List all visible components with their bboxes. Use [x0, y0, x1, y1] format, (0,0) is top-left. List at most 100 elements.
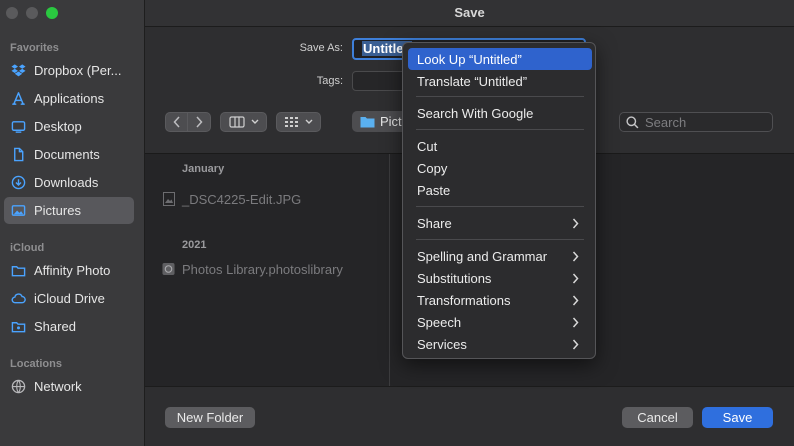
menu-item-spelling-and-grammar[interactable]: Spelling and Grammar: [408, 245, 592, 267]
menu-item-translate[interactable]: Translate “Untitled”: [408, 70, 592, 92]
save-button[interactable]: Save: [702, 407, 773, 428]
file-name: Photos Library.photoslibrary: [182, 261, 343, 277]
menu-item-label: Copy: [417, 160, 448, 176]
desktop-icon: [10, 119, 26, 135]
window-controls: [6, 7, 58, 19]
sidebar-item-label: Pictures: [34, 203, 81, 218]
sidebar-item-label: Applications: [34, 91, 105, 106]
sidebar: Favorites Dropbox (Per... Applications D…: [0, 0, 145, 446]
search-input[interactable]: [645, 114, 765, 130]
tags-label: Tags:: [316, 75, 343, 87]
menu-item-label: Services: [417, 336, 467, 352]
bottom-bar: New Folder Cancel Save: [145, 386, 794, 446]
search-icon: [626, 115, 639, 128]
menu-item-transformations[interactable]: Transformations: [408, 289, 592, 311]
menu-item-label: Spelling and Grammar: [417, 248, 548, 264]
image-file-icon: [162, 192, 175, 206]
new-folder-button[interactable]: New Folder: [165, 407, 255, 428]
sidebar-item-label: Dropbox (Per...: [34, 63, 122, 78]
sidebar-item-label: Shared: [34, 319, 76, 334]
list-item[interactable]: Photos Library.photoslibrary: [162, 259, 343, 279]
sidebar-item-label: Documents: [34, 147, 100, 162]
context-menu: Look Up “Untitled” Translate “Untitled” …: [402, 42, 596, 359]
menu-separator: [416, 96, 584, 97]
cancel-button[interactable]: Cancel: [622, 407, 693, 428]
minimize-window-button[interactable]: [26, 7, 38, 19]
sidebar-item-desktop[interactable]: Desktop: [4, 113, 134, 140]
menu-item-look-up[interactable]: Look Up “Untitled”: [408, 48, 592, 70]
dropbox-icon: [10, 63, 26, 79]
menu-separator: [416, 239, 584, 240]
sidebar-item-dropbox[interactable]: Dropbox (Per...: [4, 57, 134, 84]
save-as-label: Save As:: [299, 42, 343, 54]
chevron-right-icon: [572, 337, 582, 351]
chevron-right-icon: [572, 271, 582, 285]
applications-icon: [10, 91, 26, 107]
chevron-right-icon: [572, 216, 582, 230]
forward-button[interactable]: [188, 112, 211, 132]
sidebar-item-icloud-drive[interactable]: iCloud Drive: [4, 285, 134, 312]
group-header-2021: 2021: [182, 239, 207, 251]
menu-item-speech[interactable]: Speech: [408, 311, 592, 333]
menu-item-label: Paste: [417, 182, 451, 198]
sidebar-item-label: iCloud Drive: [34, 291, 105, 306]
close-window-button[interactable]: [6, 7, 18, 19]
menu-item-substitutions[interactable]: Substitutions: [408, 267, 592, 289]
group-header-january: January: [182, 163, 225, 175]
sidebar-section-locations: Locations: [10, 358, 62, 370]
menu-item-paste[interactable]: Paste: [408, 179, 592, 201]
nav-buttons: [165, 112, 211, 132]
view-mode-button[interactable]: [220, 112, 267, 132]
menu-item-label: Translate “Untitled”: [417, 73, 528, 89]
sidebar-item-pictures[interactable]: Pictures: [4, 197, 134, 224]
search-field[interactable]: [619, 112, 773, 132]
sidebar-item-label: Downloads: [34, 175, 99, 190]
list-item[interactable]: _DSC4225-Edit.JPG: [162, 189, 301, 209]
menu-item-label: Transformations: [417, 292, 511, 308]
sidebar-item-shared[interactable]: Shared: [4, 313, 134, 340]
menu-item-label: Speech: [417, 314, 462, 330]
location-label: Pict: [380, 114, 402, 129]
menu-item-copy[interactable]: Copy: [408, 157, 592, 179]
menu-item-cut[interactable]: Cut: [408, 135, 592, 157]
folder-icon: [360, 116, 375, 128]
chevron-right-icon: [196, 116, 203, 128]
menu-item-services[interactable]: Services: [408, 333, 592, 355]
sidebar-item-applications[interactable]: Applications: [4, 85, 134, 112]
menu-separator: [416, 129, 584, 130]
file-name: _DSC4225-Edit.JPG: [182, 191, 302, 207]
sidebar-section-favorites: Favorites: [10, 42, 59, 54]
window-title: Save: [145, 0, 794, 27]
sidebar-item-documents[interactable]: Documents: [4, 141, 134, 168]
document-icon: [10, 147, 26, 163]
menu-item-label: Look Up “Untitled”: [417, 51, 522, 67]
sidebar-item-label: Affinity Photo: [34, 263, 111, 278]
zoom-window-button[interactable]: [46, 7, 58, 19]
column-view-icon: [228, 116, 245, 128]
group-by-button[interactable]: [276, 112, 321, 132]
pictures-icon: [10, 203, 26, 219]
folder-icon: [10, 263, 26, 279]
chevron-right-icon: [572, 249, 582, 263]
cloud-icon: [10, 291, 26, 307]
menu-item-label: Substitutions: [417, 270, 492, 286]
sidebar-item-network[interactable]: Network: [4, 373, 134, 400]
shared-folder-icon: [10, 319, 26, 335]
photos-library-icon: [162, 262, 175, 276]
chevron-down-icon: [251, 119, 258, 124]
download-icon: [10, 175, 26, 191]
chevron-right-icon: [572, 315, 582, 329]
chevron-down-icon: [305, 119, 313, 124]
sidebar-item-label: Network: [34, 379, 82, 394]
menu-item-share[interactable]: Share: [408, 212, 592, 234]
menu-item-search-with-google[interactable]: Search With Google: [408, 102, 592, 124]
menu-separator: [416, 206, 584, 207]
sidebar-item-affinity-photo[interactable]: Affinity Photo: [4, 257, 134, 284]
chevron-right-icon: [572, 293, 582, 307]
back-button[interactable]: [165, 112, 188, 132]
sidebar-section-icloud: iCloud: [10, 242, 45, 254]
column-divider[interactable]: [389, 154, 390, 387]
sidebar-item-downloads[interactable]: Downloads: [4, 169, 134, 196]
menu-item-label: Cut: [417, 138, 438, 154]
menu-item-label: Search With Google: [417, 105, 534, 121]
